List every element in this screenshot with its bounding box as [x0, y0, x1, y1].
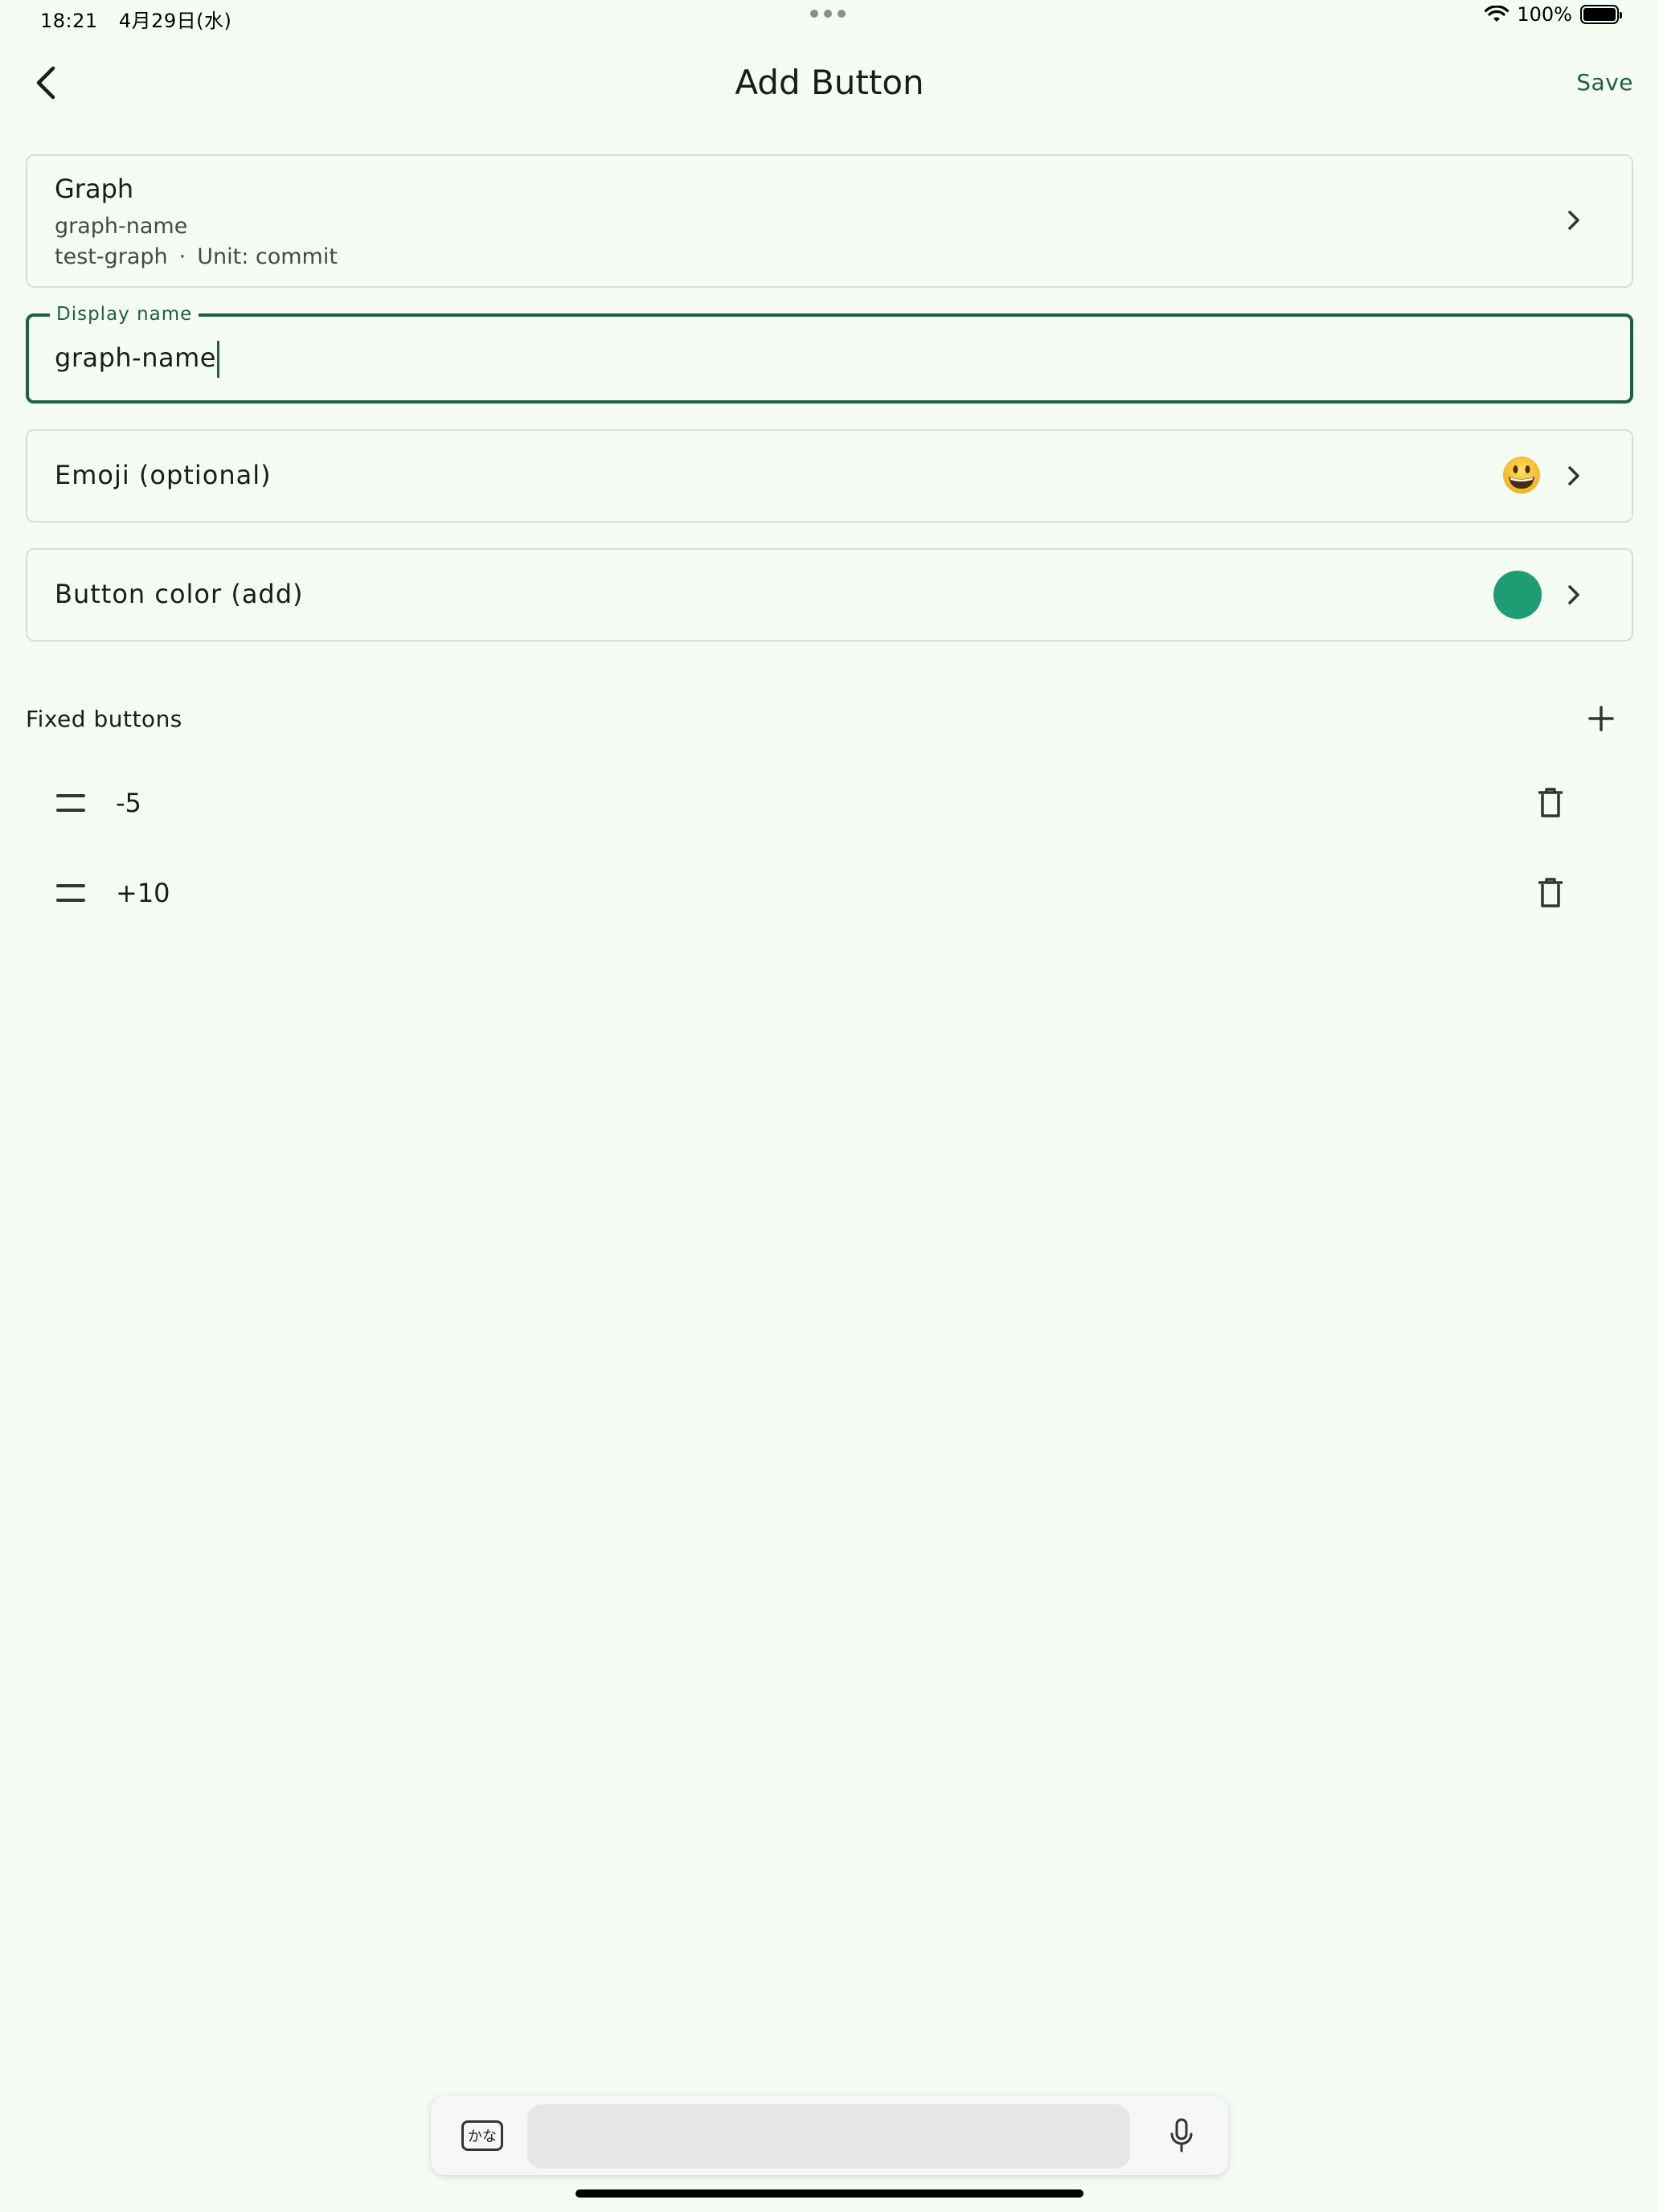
chevron-right-icon [1563, 584, 1585, 606]
graph-select-card[interactable]: Graph graph-name test-graph · Unit: commit [26, 154, 1633, 288]
fixed-button-row: +10 [26, 854, 1633, 934]
fixed-button-value: +10 [116, 878, 170, 908]
add-fixed-button[interactable] [1582, 699, 1620, 738]
display-name-label: Display name [50, 304, 199, 325]
button-color-row[interactable]: Button color (add) [26, 548, 1633, 641]
trash-icon [1538, 878, 1563, 907]
home-indicator[interactable] [576, 2189, 1083, 2198]
text-caret [216, 341, 219, 378]
microphone-button[interactable] [1165, 2114, 1198, 2157]
kana-input-button[interactable]: かな [461, 2120, 503, 2151]
multitasking-dots-icon[interactable] [810, 10, 850, 18]
graph-id-text: test-graph [55, 244, 168, 269]
save-button[interactable]: Save [1576, 69, 1633, 96]
battery-icon [1580, 5, 1622, 24]
drag-handle-icon[interactable] [56, 884, 85, 902]
drag-handle-icon[interactable] [56, 794, 85, 812]
battery-percent: 100% [1517, 3, 1572, 26]
button-color-label: Button color (add) [55, 579, 304, 609]
delete-fixed-button[interactable] [1530, 783, 1571, 823]
wifi-icon [1485, 6, 1509, 22]
chevron-right-icon [1563, 209, 1585, 231]
graph-name-text: graph-name [55, 214, 188, 239]
time-text: 18:21 [40, 10, 98, 32]
plus-icon [1588, 706, 1614, 731]
graph-unit-text: Unit: commit [197, 244, 338, 269]
graph-card-title: Graph [55, 174, 134, 204]
fixed-button-row: -5 [26, 764, 1633, 844]
keyboard-candidate-field[interactable] [527, 2104, 1130, 2169]
microphone-icon [1170, 2118, 1193, 2153]
page-title: Add Button [735, 63, 924, 102]
trash-icon [1538, 788, 1563, 817]
grinning-face-emoji-icon [1503, 457, 1540, 494]
date-text: 4月29日(水) [118, 10, 232, 32]
chevron-right-icon [1563, 465, 1585, 487]
meta-separator: · [178, 244, 186, 269]
keyboard-shortcut-bar: かな [431, 2096, 1228, 2175]
fixed-button-value: -5 [116, 788, 141, 818]
emoji-select-row[interactable]: Emoji (optional) [26, 429, 1633, 522]
button-color-swatch [1493, 571, 1542, 619]
graph-meta: test-graph · Unit: commit [55, 244, 338, 269]
delete-fixed-button[interactable] [1530, 873, 1571, 913]
display-name-field[interactable]: Display name graph-name [26, 304, 1633, 403]
status-bar-right: 100% [1485, 3, 1622, 26]
fixed-buttons-title: Fixed buttons [26, 706, 182, 732]
emoji-row-label: Emoji (optional) [55, 460, 272, 490]
display-name-value: graph-name [55, 342, 216, 373]
status-bar-time: 18:21 4月29日(水) [40, 5, 231, 33]
display-name-input[interactable]: graph-name [55, 341, 219, 378]
